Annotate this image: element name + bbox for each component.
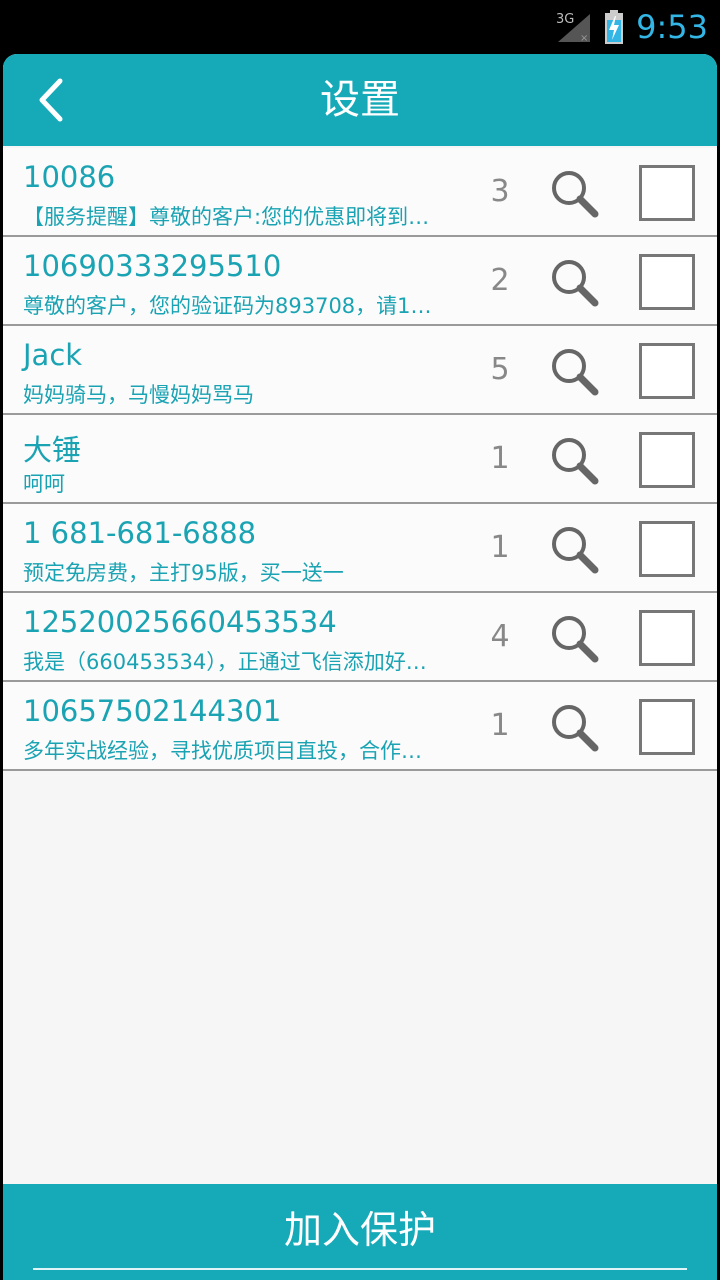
contact-name: 10086 [23,160,116,194]
message-preview: 呵呵 [23,472,65,496]
list-item[interactable]: 1 681-681-6888 预定免房费，主打95版，买一送一 1 [3,504,717,593]
list-item[interactable]: Jack 妈妈骑马，马慢妈妈骂马 5 [3,326,717,415]
search-icon[interactable] [547,255,601,309]
message-preview: 【服务提醒】尊敬的客户:您的优惠即将到… [23,205,430,229]
app-header: 设置 [3,54,717,146]
message-count: 5 [490,352,510,387]
search-icon[interactable] [547,522,601,576]
app-frame: 设置 10086 【服务提醒】尊敬的客户:您的优惠即将到… 3 10690333… [3,54,717,1280]
status-clock: 9:53 [636,8,708,46]
add-protection-label: 加入保护 [283,1208,436,1252]
chevron-left-icon [39,78,63,122]
message-preview: 多年实战经验，寻找优质项目直投，合作… [23,739,422,763]
search-icon[interactable] [547,700,601,754]
select-checkbox[interactable] [639,610,695,666]
list-item[interactable]: 12520025660453534 我是（660453534），正通过飞信添加好… [3,593,717,682]
select-checkbox[interactable] [639,432,695,488]
list-item[interactable]: 大锤 呵呵 1 [3,415,717,504]
message-count: 2 [490,263,510,298]
select-checkbox[interactable] [639,343,695,399]
list-item[interactable]: 10086 【服务提醒】尊敬的客户:您的优惠即将到… 3 [3,148,717,237]
select-checkbox[interactable] [639,165,695,221]
list-item[interactable]: 10690333295510 尊敬的客户，您的验证码为893708，请1… 2 [3,237,717,326]
svg-text:×: × [580,33,588,44]
list-item[interactable]: 10657502144301 多年实战经验，寻找优质项目直投，合作… 1 [3,682,717,771]
select-checkbox[interactable] [639,254,695,310]
contact-list: 10086 【服务提醒】尊敬的客户:您的优惠即将到… 3 10690333295… [3,148,717,771]
message-count: 4 [490,619,510,654]
page-title: 设置 [320,77,400,123]
search-icon[interactable] [547,611,601,665]
message-preview: 尊敬的客户，您的验证码为893708，请1… [23,294,432,318]
select-checkbox[interactable] [639,521,695,577]
contact-name: 12520025660453534 [23,605,337,639]
contact-name: 大锤 [23,433,82,467]
contact-name: Jack [23,338,83,372]
search-icon[interactable] [547,344,601,398]
message-count: 1 [490,530,510,565]
message-preview: 预定免房费，主打95版，买一送一 [23,561,344,585]
battery-charging-icon [605,10,623,44]
message-count: 1 [490,708,510,743]
select-checkbox[interactable] [639,699,695,755]
contact-name: 10690333295510 [23,249,282,283]
button-underline [33,1268,687,1270]
back-button[interactable] [23,72,79,128]
message-preview: 妈妈骑马，马慢妈妈骂马 [23,383,254,407]
contact-name: 10657502144301 [23,694,282,728]
message-preview: 我是（660453534），正通过飞信添加好… [23,650,427,674]
search-icon[interactable] [547,166,601,220]
signal-icon: × [558,14,590,44]
contact-name: 1 681-681-6888 [23,516,257,550]
search-icon[interactable] [547,433,601,487]
add-protection-button[interactable]: 加入保护 [3,1184,717,1280]
message-count: 1 [490,441,510,476]
message-count: 3 [490,174,510,209]
status-bar: 3G × 9:53 [0,0,720,52]
